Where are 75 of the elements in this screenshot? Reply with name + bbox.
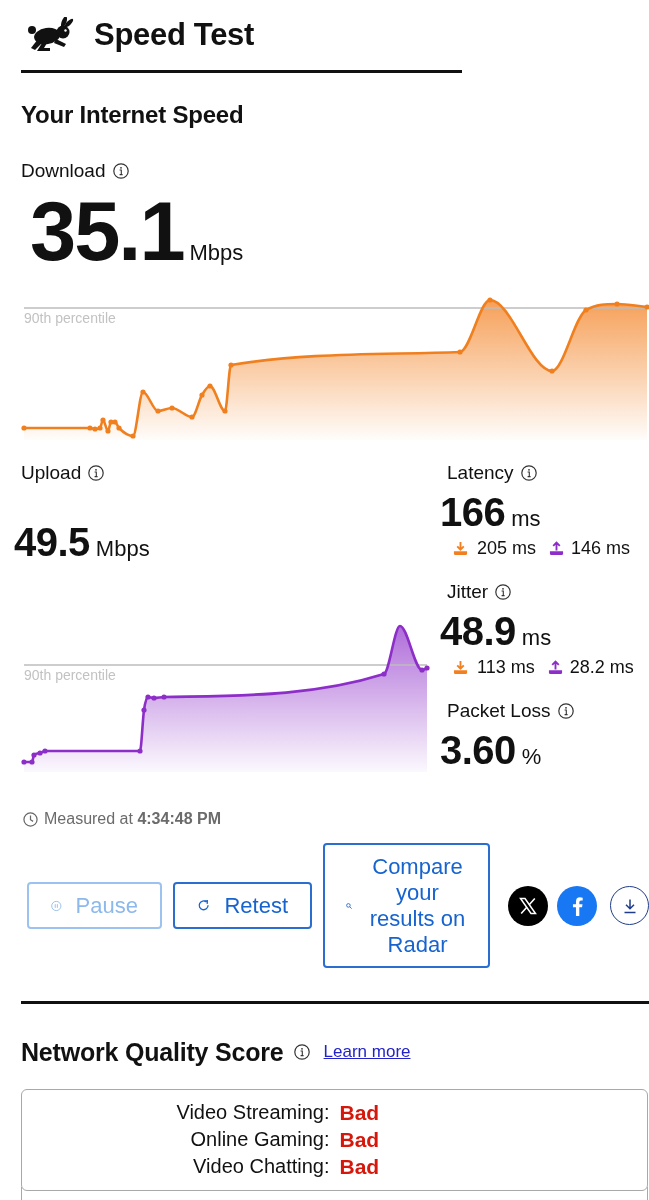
score-label: Video Chatting: [193, 1155, 330, 1178]
chart-point [137, 748, 143, 754]
score-label: Online Gaming: [190, 1128, 330, 1151]
score-rating: Bad [339, 1100, 380, 1125]
upload-label: Upload [21, 462, 82, 484]
chart-point [140, 389, 146, 395]
learn-more-link[interactable]: Learn more [323, 1042, 411, 1062]
search-icon [345, 902, 352, 909]
info-icon[interactable] [88, 465, 105, 481]
chart-point [487, 297, 493, 303]
percentile-label: 90th percentile [24, 667, 116, 683]
compare-button[interactable]: Compare your results on Radar [323, 843, 490, 968]
chart-point [228, 362, 234, 368]
metric-label: Latency [447, 462, 514, 484]
metric-value: 48.9 [440, 611, 516, 651]
score-rating: Bad [339, 1154, 380, 1179]
chart-point [130, 433, 136, 439]
metric-value: 3.60 [440, 730, 516, 770]
rabbit-icon [26, 17, 76, 53]
chart-point [457, 349, 463, 355]
download-reading: 205 ms [477, 537, 537, 559]
metric-label: Packet Loss [447, 700, 551, 722]
upload-icon [547, 659, 563, 675]
score-label: Video Streaming: [176, 1101, 330, 1124]
download-reading: 113 ms [477, 656, 535, 678]
metric-unit: % [521, 746, 542, 768]
chart-point [549, 368, 555, 374]
clock-icon [23, 811, 38, 827]
score-rating: Bad [339, 1127, 380, 1152]
upload-reading: 28.2 ms [569, 656, 634, 678]
upload-value: 49.5 [14, 522, 90, 562]
chart-point [21, 425, 27, 431]
info-icon[interactable] [495, 584, 512, 600]
app-title: Speed Test [94, 17, 255, 53]
upload-icon [549, 540, 565, 556]
metric-value: 166 [440, 492, 506, 532]
metric-unit: ms [511, 508, 541, 530]
chart-point [161, 694, 167, 700]
chart-point [583, 307, 589, 313]
facebook-share-button[interactable] [557, 885, 597, 926]
section-heading: Your Internet Speed [21, 100, 244, 130]
chart-point [141, 707, 147, 713]
info-icon[interactable] [520, 465, 537, 481]
chart-point [100, 417, 106, 423]
download-label: Download [21, 160, 106, 182]
chart-point [644, 304, 649, 310]
download-results-button[interactable] [610, 886, 649, 925]
chart-point [169, 405, 175, 411]
info-icon[interactable] [293, 1044, 310, 1060]
upload-reading: 146 ms [571, 537, 631, 559]
retest-button[interactable]: Retest [173, 882, 312, 929]
x-share-button[interactable] [508, 885, 548, 926]
chart-point [381, 671, 387, 677]
upload-unit: Mbps [95, 538, 150, 560]
chart-point [189, 414, 195, 420]
facebook-logo-icon [571, 895, 583, 916]
x-logo-icon [518, 895, 538, 916]
section-heading: Network Quality Score [21, 1037, 284, 1067]
chart-point [199, 392, 205, 398]
measured-time: Measured at 4:34:48 PM [44, 810, 221, 828]
metric-label: Jitter [447, 581, 489, 603]
chart-point [222, 408, 228, 414]
chart-point [155, 408, 161, 414]
chart-point [614, 301, 620, 307]
chart-point [21, 759, 27, 765]
info-icon[interactable] [557, 703, 574, 719]
percentile-label: 90th percentile [24, 310, 116, 326]
chart-point [207, 383, 213, 389]
metric-unit: ms [521, 627, 552, 649]
download-value: 35.1 [30, 190, 184, 273]
info-icon[interactable] [112, 163, 129, 179]
download-icon [453, 659, 468, 675]
download-icon [453, 540, 468, 556]
chart-point [105, 428, 111, 434]
download-unit: Mbps [189, 242, 244, 264]
